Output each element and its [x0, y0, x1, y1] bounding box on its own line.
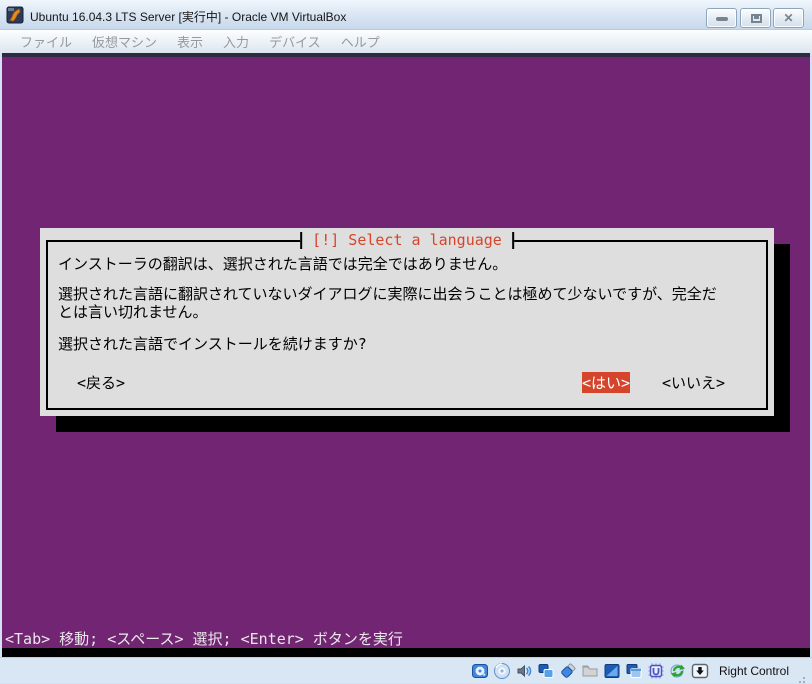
host-key-label: Right Control	[719, 664, 789, 678]
usb-icon[interactable]	[559, 662, 578, 681]
window-title: Ubuntu 16.04.3 LTS Server [実行中] - Oracle…	[30, 8, 346, 25]
menu-item-view[interactable]: 表示	[167, 30, 213, 53]
dialog-question: 選択された言語でインストールを続けますか?	[58, 333, 367, 354]
close-button[interactable]: ✕	[773, 8, 804, 28]
resize-grip-icon[interactable]	[796, 666, 806, 684]
statusbar-indicators: Right Control	[471, 658, 806, 684]
close-icon: ✕	[774, 11, 803, 25]
menu-item-devices[interactable]: デバイス	[259, 30, 331, 53]
audio-icon[interactable]	[515, 662, 534, 681]
virtualbox-logo-icon	[6, 6, 24, 24]
keyboard-help-line: <Tab> 移動; <スペース> 選択; <Enter> ボタンを実行	[5, 628, 403, 649]
vm-bottom-letterbox	[2, 648, 810, 657]
dialog-paragraph-1: インストーラの翻訳は、選択された言語では完全ではありません。	[58, 253, 507, 274]
hard-disk-icon[interactable]	[471, 662, 490, 681]
back-button[interactable]: <戻る>	[77, 372, 125, 393]
menu-item-input[interactable]: 入力	[213, 30, 259, 53]
titlebar: Ubuntu 16.04.3 LTS Server [実行中] - Oracle…	[0, 0, 812, 30]
network-icon[interactable]	[537, 662, 556, 681]
vm-screen[interactable]: [!] Select a language インストーラの翻訳は、選択された言語…	[2, 57, 810, 657]
host-key-icon[interactable]	[691, 662, 710, 681]
cpu-icon[interactable]	[647, 662, 666, 681]
minimize-icon	[716, 17, 728, 21]
maximize-button[interactable]	[740, 8, 771, 28]
minimize-button[interactable]	[706, 8, 737, 28]
dialog-title: [!] Select a language	[300, 232, 514, 249]
menu-item-machine[interactable]: 仮想マシン	[82, 30, 167, 53]
dialog-paragraph-2-line-2: とは言い切れません。	[58, 301, 208, 322]
mouse-integration-icon[interactable]	[669, 662, 688, 681]
menu-item-help[interactable]: ヘルプ	[331, 30, 390, 53]
yes-button[interactable]: <はい>	[582, 372, 630, 393]
select-language-dialog: [!] Select a language インストーラの翻訳は、選択された言語…	[40, 228, 774, 416]
virtualbox-window: { "titlebar": { "title": "Ubuntu 16.04.3…	[0, 0, 812, 683]
menubar: ファイル 仮想マシン 表示 入力 デバイス ヘルプ	[0, 30, 812, 53]
maximize-icon	[751, 14, 762, 23]
video-capture-icon[interactable]	[625, 662, 644, 681]
no-button[interactable]: <いいえ>	[662, 372, 725, 393]
optical-disc-icon[interactable]	[493, 662, 512, 681]
display-icon[interactable]	[603, 662, 622, 681]
menu-item-file[interactable]: ファイル	[10, 30, 82, 53]
shared-folder-icon[interactable]	[581, 662, 600, 681]
statusbar: Right Control	[0, 657, 812, 683]
